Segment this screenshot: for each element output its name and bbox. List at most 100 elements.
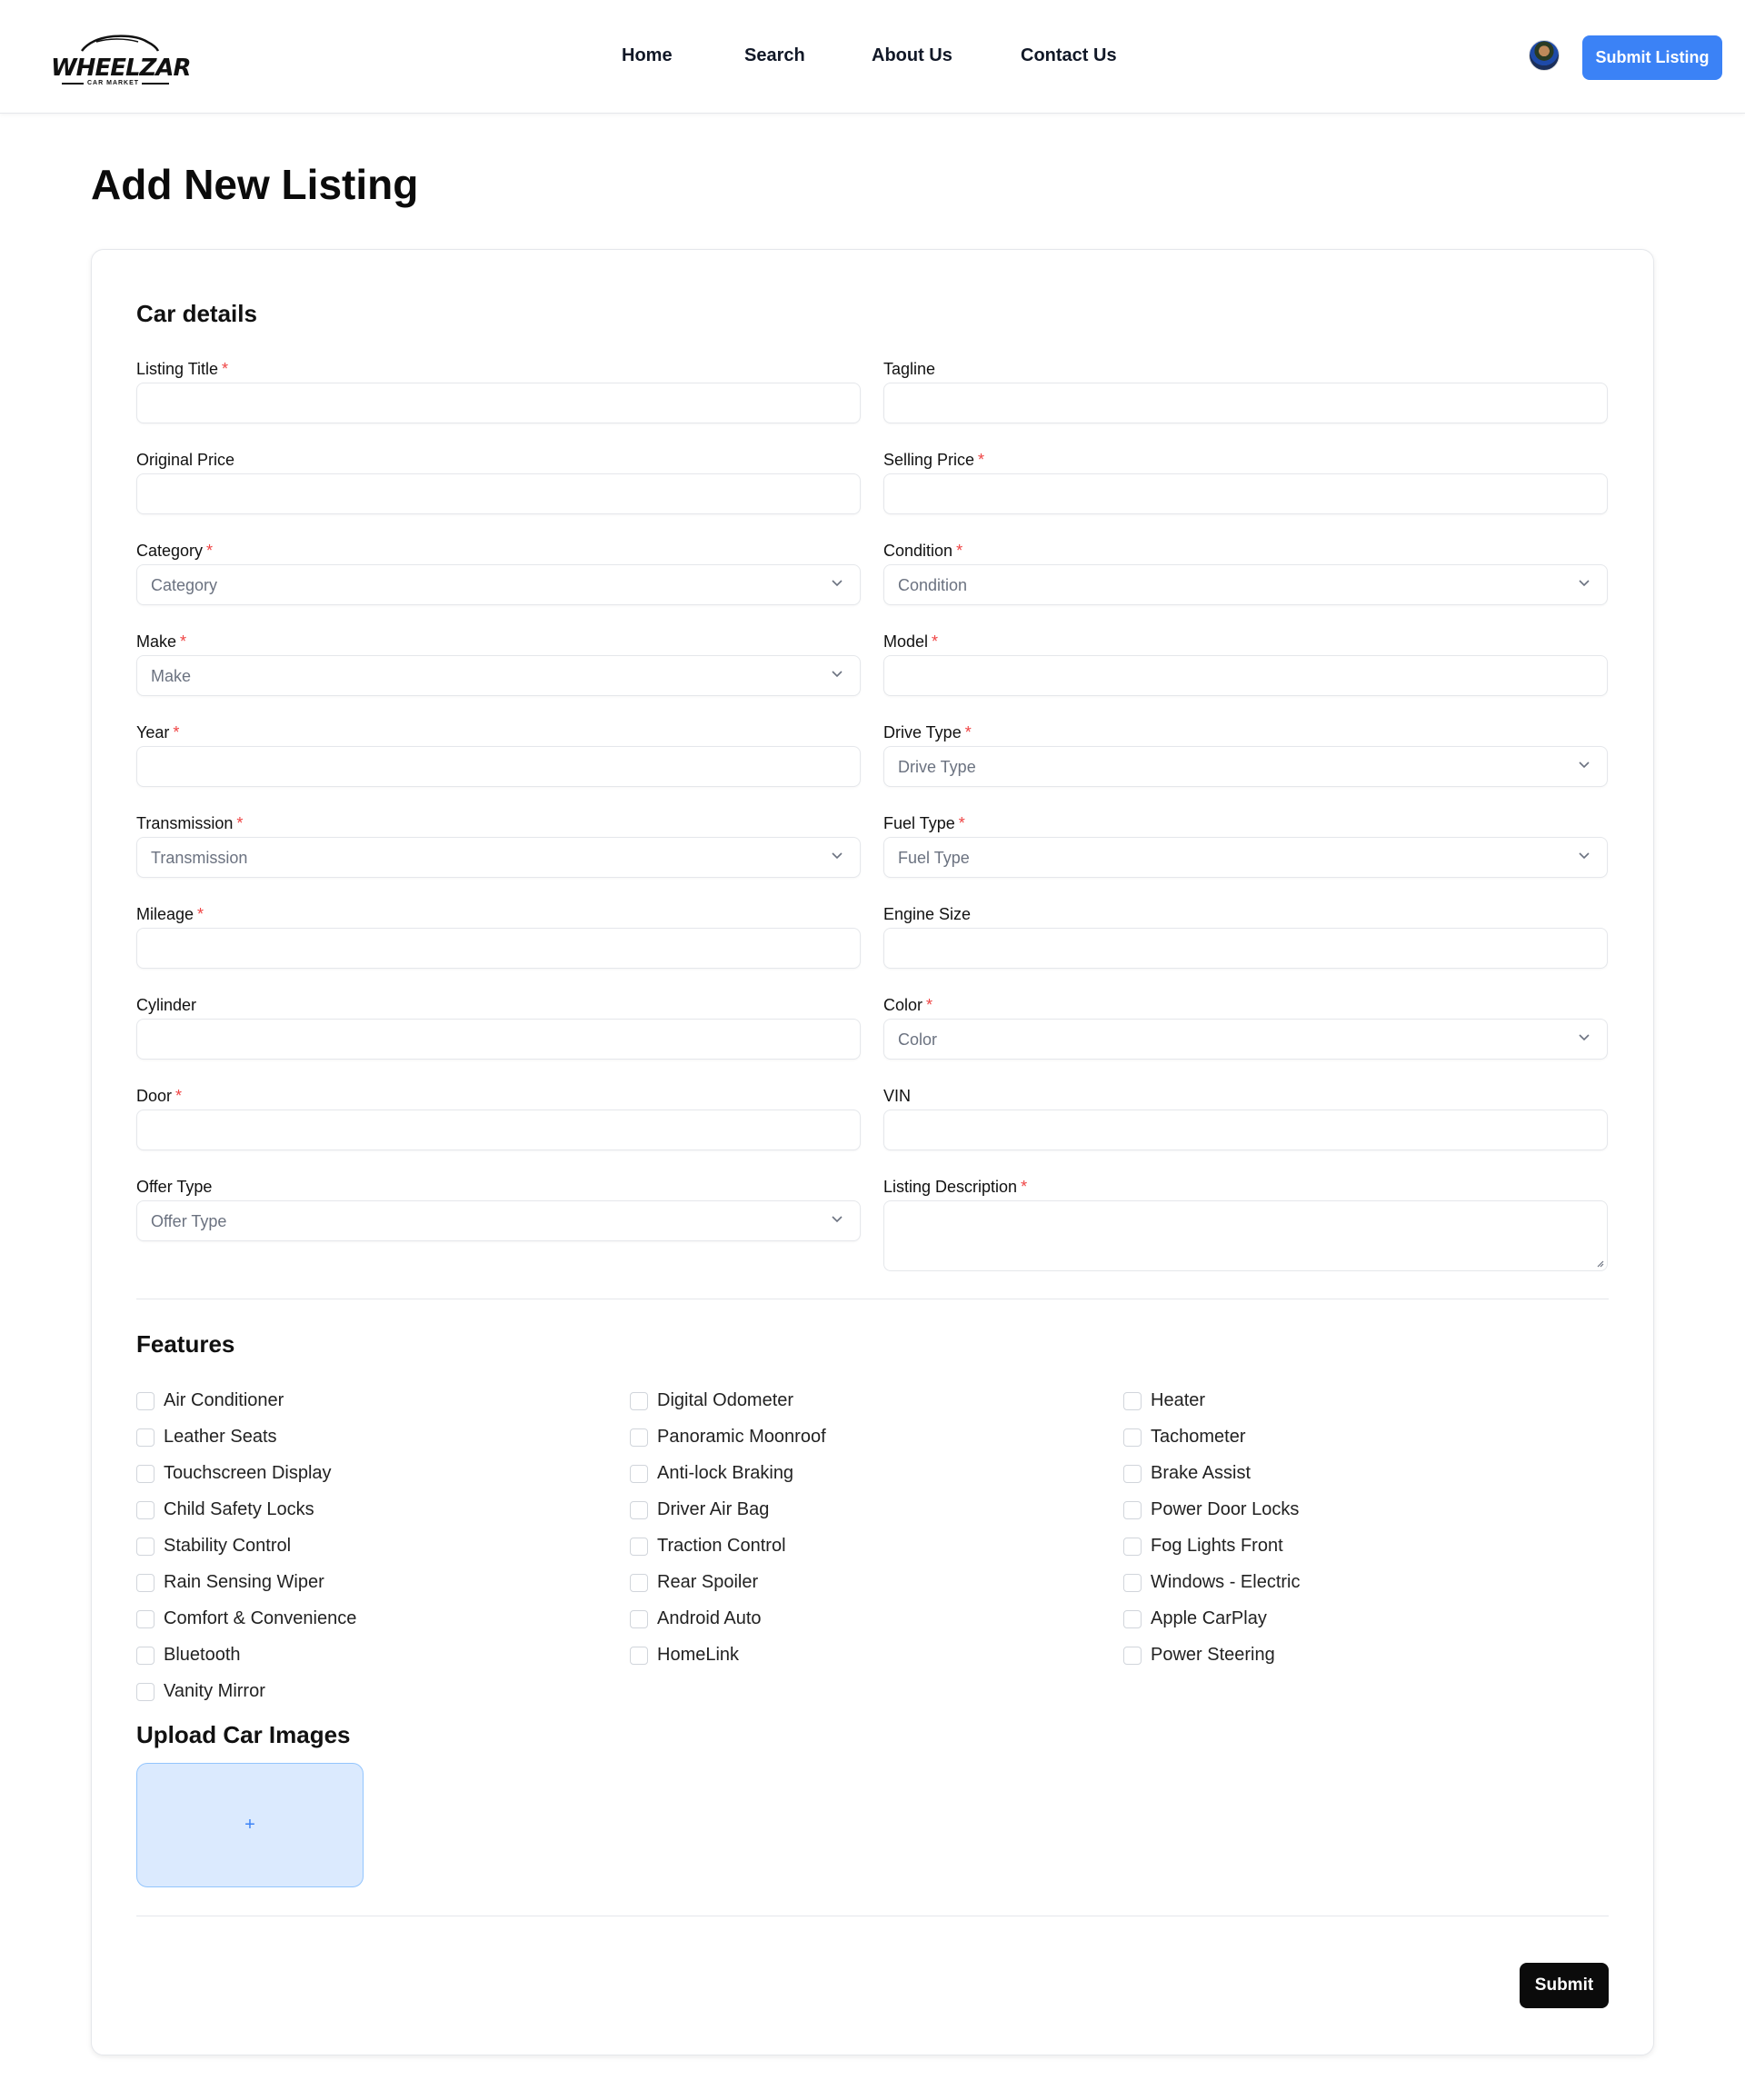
- fuel-type-select[interactable]: Fuel Type: [883, 837, 1608, 878]
- selling-price-input[interactable]: [883, 473, 1608, 514]
- feature-checkbox[interactable]: [1123, 1573, 1142, 1592]
- user-avatar[interactable]: [1529, 40, 1560, 71]
- feature-checkbox-item[interactable]: Tachometer: [1123, 1427, 1246, 1448]
- feature-checkbox[interactable]: [136, 1609, 155, 1628]
- feature-checkbox[interactable]: [1123, 1391, 1142, 1410]
- feature-checkbox-item[interactable]: Rain Sensing Wiper: [136, 1572, 324, 1593]
- feature-label: Apple CarPlay: [1151, 1608, 1267, 1628]
- chevron-down-icon: [1579, 580, 1590, 587]
- feature-checkbox-item[interactable]: Touchscreen Display: [136, 1463, 332, 1484]
- feature-checkbox-item[interactable]: Air Conditioner: [136, 1390, 284, 1411]
- feature-checkbox[interactable]: [1123, 1537, 1142, 1556]
- feature-checkbox-item[interactable]: Child Safety Locks: [136, 1499, 314, 1520]
- feature-checkbox[interactable]: [630, 1391, 648, 1410]
- listing-title-input[interactable]: [136, 383, 861, 423]
- model-input[interactable]: [883, 655, 1608, 696]
- year-input[interactable]: [136, 746, 861, 787]
- feature-checkbox[interactable]: [136, 1391, 155, 1410]
- feature-checkbox[interactable]: [136, 1646, 155, 1665]
- car-silhouette-icon: [81, 35, 160, 52]
- feature-checkbox-item[interactable]: Traction Control: [630, 1536, 786, 1557]
- required-marker: *: [932, 632, 939, 651]
- feature-checkbox[interactable]: [630, 1500, 648, 1519]
- feature-checkbox-item[interactable]: Power Door Locks: [1123, 1499, 1299, 1520]
- feature-checkbox-item[interactable]: Windows - Electric: [1123, 1572, 1300, 1593]
- feature-checkbox-item[interactable]: Fog Lights Front: [1123, 1536, 1283, 1557]
- nav-about[interactable]: About Us: [872, 45, 952, 66]
- feature-checkbox-item[interactable]: Anti-lock Braking: [630, 1463, 793, 1484]
- engine-size-input[interactable]: [883, 928, 1608, 969]
- feature-checkbox[interactable]: [136, 1428, 155, 1447]
- door-input[interactable]: [136, 1110, 861, 1150]
- tagline-input[interactable]: [883, 383, 1608, 423]
- feature-checkbox-item[interactable]: Android Auto: [630, 1608, 762, 1629]
- upload-image-dropzone[interactable]: +: [136, 1763, 364, 1887]
- feature-checkbox-item[interactable]: Stability Control: [136, 1536, 291, 1557]
- required-marker: *: [173, 723, 180, 741]
- feature-checkbox[interactable]: [136, 1573, 155, 1592]
- feature-checkbox-item[interactable]: Vanity Mirror: [136, 1681, 265, 1702]
- selling-price-label: Selling Price *: [883, 451, 985, 469]
- feature-label: Rain Sensing Wiper: [164, 1572, 324, 1592]
- feature-label: Air Conditioner: [164, 1390, 284, 1410]
- feature-checkbox[interactable]: [630, 1428, 648, 1447]
- feature-checkbox-item[interactable]: Comfort & Convenience: [136, 1608, 356, 1629]
- feature-checkbox[interactable]: [630, 1464, 648, 1483]
- transmission-select[interactable]: Transmission: [136, 837, 861, 878]
- feature-checkbox[interactable]: [1123, 1428, 1142, 1447]
- required-marker: *: [222, 360, 229, 378]
- color-select[interactable]: Color: [883, 1019, 1608, 1060]
- offer-type-placeholder: Offer Type: [151, 1212, 227, 1230]
- feature-checkbox-item[interactable]: Digital Odometer: [630, 1390, 793, 1411]
- category-select[interactable]: Category: [136, 564, 861, 605]
- fuel-type-label: Fuel Type *: [883, 814, 965, 832]
- condition-select[interactable]: Condition: [883, 564, 1608, 605]
- feature-checkbox[interactable]: [630, 1609, 648, 1628]
- required-marker: *: [180, 632, 187, 651]
- feature-checkbox[interactable]: [630, 1573, 648, 1592]
- top-navbar: WHEELZAR CAR MARKET Home Search About Us…: [0, 0, 1745, 114]
- feature-checkbox-item[interactable]: Panoramic Moonroof: [630, 1427, 826, 1448]
- feature-checkbox-item[interactable]: Leather Seats: [136, 1427, 277, 1448]
- submit-button[interactable]: Submit: [1520, 1963, 1609, 2008]
- original-price-input[interactable]: [136, 473, 861, 514]
- nav-contact[interactable]: Contact Us: [1021, 45, 1117, 66]
- submit-listing-button[interactable]: Submit Listing: [1582, 35, 1722, 80]
- feature-checkbox-item[interactable]: Bluetooth: [136, 1645, 241, 1666]
- feature-checkbox-item[interactable]: Rear Spoiler: [630, 1572, 758, 1593]
- mileage-input[interactable]: [136, 928, 861, 969]
- feature-checkbox[interactable]: [136, 1682, 155, 1701]
- feature-label: Driver Air Bag: [657, 1499, 770, 1519]
- feature-checkbox[interactable]: [136, 1464, 155, 1483]
- feature-checkbox[interactable]: [136, 1537, 155, 1556]
- feature-checkbox[interactable]: [1123, 1609, 1142, 1628]
- chevron-down-icon: [832, 852, 843, 860]
- cylinder-input[interactable]: [136, 1019, 861, 1060]
- feature-checkbox-item[interactable]: HomeLink: [630, 1645, 739, 1666]
- feature-checkbox[interactable]: [1123, 1464, 1142, 1483]
- feature-checkbox-item[interactable]: Brake Assist: [1123, 1463, 1251, 1484]
- feature-checkbox-item[interactable]: Driver Air Bag: [630, 1499, 769, 1520]
- resize-grip-icon[interactable]: [1595, 1259, 1604, 1268]
- vin-input[interactable]: [883, 1110, 1608, 1150]
- required-marker: *: [197, 905, 204, 923]
- wheelzar-logo[interactable]: WHEELZAR CAR MARKET: [51, 31, 192, 89]
- nav-search[interactable]: Search: [744, 45, 805, 66]
- feature-checkbox-item[interactable]: Apple CarPlay: [1123, 1608, 1267, 1629]
- feature-checkbox-item[interactable]: Heater: [1123, 1390, 1205, 1411]
- offer-type-select[interactable]: Offer Type: [136, 1200, 861, 1241]
- make-select[interactable]: Make: [136, 655, 861, 696]
- feature-checkbox[interactable]: [1123, 1500, 1142, 1519]
- feature-checkbox[interactable]: [630, 1537, 648, 1556]
- feature-checkbox[interactable]: [630, 1646, 648, 1665]
- nav-home[interactable]: Home: [622, 45, 673, 66]
- drive-type-select[interactable]: Drive Type: [883, 746, 1608, 787]
- year-label: Year *: [136, 723, 180, 741]
- original-price-label: Original Price: [136, 451, 235, 469]
- feature-label: Bluetooth: [164, 1645, 241, 1665]
- feature-checkbox-item[interactable]: Power Steering: [1123, 1645, 1275, 1666]
- listing-description-textarea[interactable]: [883, 1200, 1608, 1271]
- feature-checkbox[interactable]: [1123, 1646, 1142, 1665]
- listing-description-label: Listing Description *: [883, 1178, 1028, 1196]
- feature-checkbox[interactable]: [136, 1500, 155, 1519]
